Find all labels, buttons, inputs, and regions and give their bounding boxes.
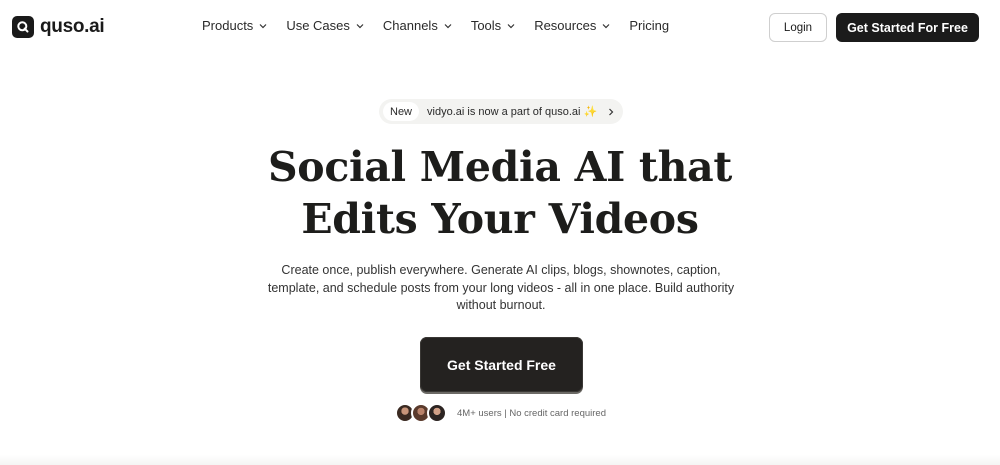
chevron-down-icon <box>602 23 610 28</box>
announcement-pill[interactable]: New vidyo.ai is now a part of quso.ai ✨ <box>379 99 623 124</box>
nav-item-label: Channels <box>382 18 438 33</box>
chevron-right-icon <box>609 108 614 115</box>
hero-subtitle-line-2: template, and schedule posts from your l… <box>267 280 735 295</box>
social-proof-text: 4M+ users | No credit card required <box>457 407 606 419</box>
nav-item-use-cases[interactable]: Use Cases <box>286 18 364 33</box>
nav-item-label: Resources <box>534 18 597 33</box>
chevron-down-icon <box>444 23 452 28</box>
section-divider <box>0 455 1000 465</box>
site-header: quso.ai Products Use Cases Channels Tool… <box>0 0 1000 55</box>
brand-logo[interactable]: quso.ai <box>12 16 105 38</box>
nav-item-channels[interactable]: Channels <box>383 18 452 33</box>
avatar <box>427 403 447 423</box>
nav-item-pricing[interactable]: Pricing <box>629 18 669 33</box>
brand-name: quso.ai <box>40 16 105 37</box>
nav-item-label: Products <box>202 18 254 33</box>
announcement-text: vidyo.ai is now a part of quso.ai <box>427 105 581 118</box>
hero-title: Social Media AI that Edits Your Videos <box>0 141 1000 245</box>
login-button[interactable]: Login <box>769 13 827 42</box>
social-proof: 4M+ users | No credit card required <box>395 403 606 423</box>
sparkle-icon: ✨ <box>583 106 598 118</box>
nav-item-label: Tools <box>470 18 502 33</box>
user-avatars <box>395 403 447 423</box>
quso-logo-icon <box>12 16 34 38</box>
hero-subtitle: Create once, publish everywhere. Generat… <box>255 262 747 315</box>
get-started-free-button[interactable]: Get Started Free <box>420 337 583 392</box>
nav-item-label: Pricing <box>629 18 670 33</box>
nav-item-label: Use Cases <box>286 18 350 33</box>
chevron-down-icon <box>259 23 267 28</box>
main-nav: Products Use Cases Channels Tools Resour… <box>202 18 688 33</box>
hero-title-line-2: Edits Your Videos <box>301 195 699 243</box>
chevron-down-icon <box>356 23 364 28</box>
hero-subtitle-line-3: without burnout. <box>456 298 546 312</box>
get-started-for-free-button[interactable]: Get Started For Free <box>836 13 979 42</box>
nav-item-products[interactable]: Products <box>202 18 267 33</box>
new-badge: New <box>383 102 420 121</box>
nav-item-resources[interactable]: Resources <box>534 18 610 33</box>
hero-subtitle-line-1: Create once, publish everywhere. Generat… <box>281 263 721 277</box>
hero-title-line-1: Social Media AI that <box>268 143 732 191</box>
chevron-down-icon <box>507 23 515 28</box>
nav-item-tools[interactable]: Tools <box>471 18 515 33</box>
